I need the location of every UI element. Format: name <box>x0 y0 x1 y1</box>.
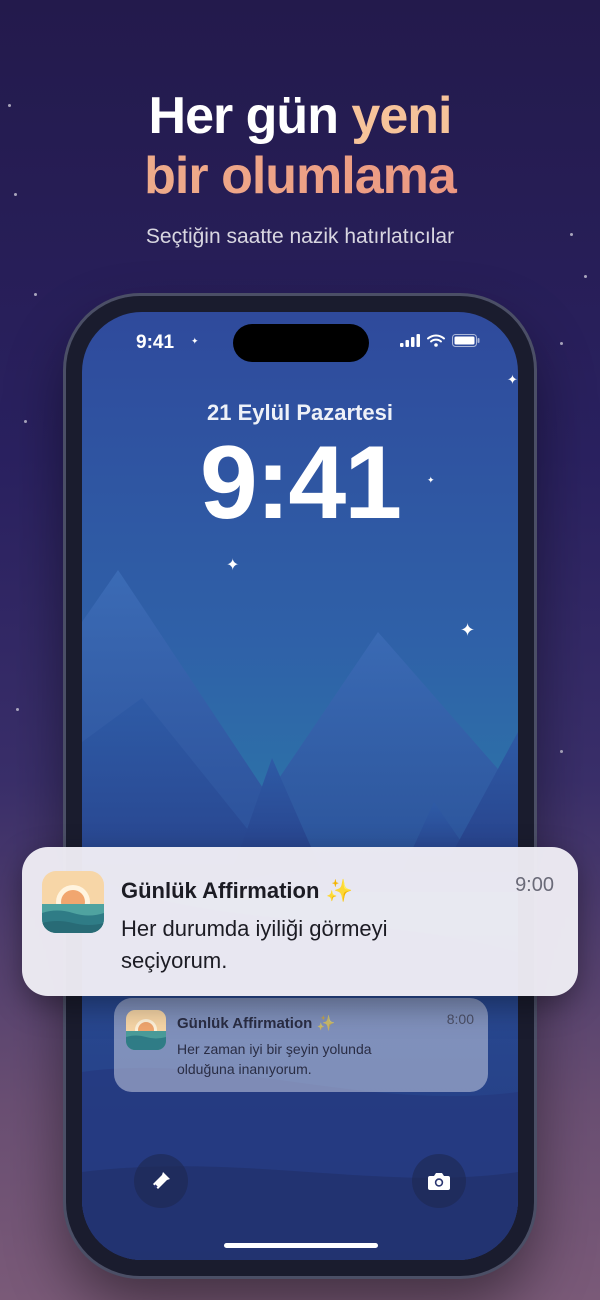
flashlight-icon <box>153 1172 170 1189</box>
notification-time: 9:00 <box>515 874 554 896</box>
lock-clock: 9:41 <box>199 425 402 541</box>
notification-time: 8:00 <box>446 1011 474 1027</box>
notification-body: Her zaman iyi bir şeyin yolunda olduğuna… <box>177 1041 372 1077</box>
sparkle-icon: ✦ <box>427 475 435 485</box>
sparkle-icon: ✦ <box>507 372 518 387</box>
notification-body: Her durumda iyiliği görmeyi seçiyorum. <box>121 916 388 973</box>
sparkle-icon: ✦ <box>191 336 199 346</box>
background-star <box>34 293 37 296</box>
sparkle-icon: ✦ <box>460 620 476 640</box>
headline-line-1: Her gün yeni <box>0 86 600 146</box>
headline-accent: yeni <box>351 87 452 145</box>
flashlight-button[interactable] <box>134 1154 188 1208</box>
sunset-app-icon <box>126 1010 166 1050</box>
lock-date: 21 Eylül Pazartesi <box>207 400 393 425</box>
wifi-icon <box>427 334 445 347</box>
notification-app-name: Günlük Affirmation ✨ <box>177 1015 336 1032</box>
dynamic-island <box>233 324 369 362</box>
camera-icon <box>428 1173 450 1190</box>
background-star <box>560 750 563 753</box>
background-star <box>584 275 587 278</box>
signal-icon <box>400 334 420 347</box>
battery-icon <box>452 334 480 347</box>
notification-app-name: Günlük Affirmation ✨ <box>121 878 353 903</box>
background-star <box>24 420 27 423</box>
status-bar-icons <box>400 334 480 347</box>
sunset-app-icon <box>42 871 104 933</box>
lock-screen: 9:41 ✦ 21 Eylül Pazartesi 9:41 ✦ ✦ ✦ ✦ <box>82 312 518 1260</box>
notification-card-older[interactable]: Günlük Affirmation ✨ 8:00 Her zaman iyi … <box>114 998 488 1092</box>
headline-part: Her gün <box>148 87 352 145</box>
phone-mockup: 9:41 ✦ 21 Eylül Pazartesi 9:41 ✦ ✦ ✦ ✦ <box>66 296 534 1276</box>
background-star <box>16 708 19 711</box>
subtitle: Seçtiğin saatte nazik hatırlatıcılar <box>145 225 455 248</box>
notification-card[interactable]: Günlük Affirmation ✨ 9:00 Her durumda iy… <box>22 847 578 996</box>
sparkle-emoji: ✨ <box>325 878 353 903</box>
sparkle-icon: ✦ <box>226 557 240 574</box>
sparkle-emoji: ✨ <box>316 1015 336 1032</box>
headline-line-2: bir olumlama <box>0 146 600 206</box>
camera-button[interactable] <box>412 1154 466 1208</box>
home-indicator[interactable] <box>224 1243 378 1248</box>
status-bar-time: 9:41 <box>136 332 175 353</box>
background-star <box>560 342 563 345</box>
